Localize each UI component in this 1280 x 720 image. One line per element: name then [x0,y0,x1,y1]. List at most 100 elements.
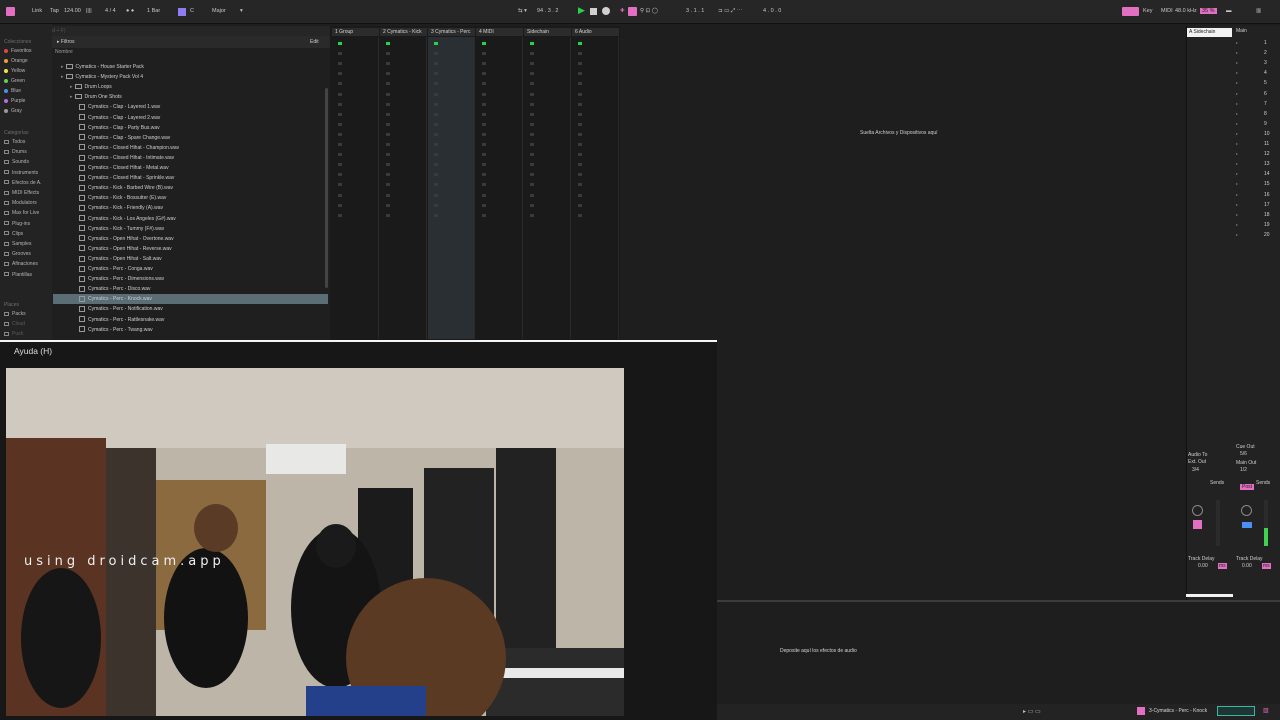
clip-slot[interactable] [482,62,486,66]
scene-launch-icon[interactable]: ▸ [1236,80,1238,85]
main-track-delay-value[interactable]: 0.00 [1242,563,1252,569]
clip-slot[interactable] [482,82,486,86]
quantization-select[interactable]: 1 Bar [147,8,160,14]
scale-select[interactable]: Major [212,8,226,14]
scene-number[interactable]: 5 [1264,80,1267,86]
scene-launch-icon[interactable]: ▸ [1236,161,1238,166]
clip-slot[interactable] [578,82,582,86]
track-header[interactable]: 3 Cymatics - Perc [428,28,475,36]
clip-slot[interactable] [530,52,534,56]
collection-item[interactable]: Orange [4,58,28,64]
track-header[interactable]: Sidechain [524,28,571,36]
cue-out-select[interactable]: 5/6 [1240,451,1247,457]
clip-slot[interactable] [578,42,582,45]
clip-slot[interactable] [530,42,534,45]
clip-slot[interactable] [434,143,438,146]
clip-slot[interactable] [482,72,486,76]
clip-slot[interactable] [530,203,534,207]
clip-slot[interactable] [386,163,390,167]
clip-slot[interactable] [578,183,582,187]
clip-slot[interactable] [434,82,438,86]
file-row[interactable]: Cymatics - Kick - Friendly (A).wav [79,203,163,213]
place-item[interactable]: Push [4,331,23,337]
collection-item[interactable]: Favoritos [4,48,32,54]
scene-number[interactable]: 3 [1264,60,1267,66]
category-item[interactable]: Drums [4,149,27,155]
scene-launch-icon[interactable]: ▸ [1236,232,1238,237]
collection-item[interactable]: Blue [4,88,21,94]
file-row[interactable]: Cymatics - Perc - Conga.wav [79,264,153,274]
clip-slot[interactable] [482,163,486,167]
filters-toggle[interactable]: ▸ Filtros [57,39,75,45]
scene-number[interactable]: 14 [1264,171,1270,177]
clip-slot[interactable] [578,62,582,66]
time-signature-field[interactable]: 4 / 4 [105,8,116,14]
key-select[interactable]: C [190,8,194,14]
scene-launch-icon[interactable]: ▸ [1236,60,1238,65]
clip-slot[interactable] [386,112,390,116]
track-header[interactable]: 1 Group [332,28,379,36]
scene-launch-icon[interactable]: ▸ [1236,202,1238,207]
detail-view-toggle-icon[interactable]: ▥ [1263,707,1269,714]
track-header[interactable]: 4 MIDI [476,28,523,36]
clip-slot[interactable] [434,132,438,136]
clip-slot[interactable] [338,102,342,106]
scene-launch-icon[interactable]: ▸ [1236,222,1238,227]
clip-slot[interactable] [386,72,390,76]
audio-to-select[interactable]: Ext. Out [1188,459,1206,465]
clip-slot[interactable] [530,122,534,126]
collection-item[interactable]: Purple [4,98,25,104]
clip-slot[interactable] [338,132,342,136]
clip-preview-thumbnail[interactable] [1217,706,1255,716]
clip-slot[interactable] [338,42,342,45]
clip-slot[interactable] [482,193,486,197]
scene-launch-icon[interactable]: ▸ [1236,111,1238,116]
category-item[interactable]: MIDI Effects [4,190,39,196]
clip-slot[interactable] [434,193,438,197]
record-mode-icon[interactable]: ● ● [126,8,134,14]
clip-slot[interactable] [338,52,342,56]
clip-slot[interactable] [434,52,438,56]
capture-icons[interactable]: ⚲ ⊡ ◯ [640,8,658,14]
category-item[interactable]: Samples [4,241,31,247]
category-item[interactable]: Grooves [4,251,31,257]
clip-slot[interactable] [338,213,342,217]
clip-slot[interactable] [434,42,438,45]
scene-launch-icon[interactable]: ▸ [1236,91,1238,96]
solo-button[interactable] [1242,522,1252,528]
key-map-button[interactable]: Key [1143,8,1152,14]
clip-slot[interactable] [530,102,534,106]
clip-slot[interactable] [338,82,342,86]
clip-slot[interactable] [434,72,438,76]
automation-arm-icon[interactable] [628,7,637,16]
file-row[interactable]: Cymatics - Clap - Layered 2.wav [79,113,160,123]
clip-slot[interactable] [386,92,390,96]
clip-slot[interactable] [530,213,534,217]
chevron-down-icon[interactable]: ▾ [240,8,243,14]
stop-button[interactable] [590,8,597,15]
file-row[interactable]: Cymatics - Kick - Tummy (F#).wav [79,224,164,234]
file-row[interactable]: Cymatics - Kick - Barbed Wire (B).wav [79,183,173,193]
file-row[interactable]: Cymatics - Perc - Knock.wav [53,294,328,305]
browser-scrollbar[interactable] [325,88,328,288]
scene-number[interactable]: 1 [1264,40,1267,46]
clip-slot[interactable] [338,92,342,96]
scene-launch-icon[interactable]: ▸ [1236,212,1238,217]
category-item[interactable]: Max for Live [4,210,39,216]
scene-number[interactable]: 15 [1264,181,1270,187]
clip-slot[interactable] [578,112,582,116]
clip-slot[interactable] [434,112,438,116]
key-toggle-icon[interactable] [178,8,186,16]
scene-number[interactable]: 20 [1264,232,1270,238]
category-item[interactable]: Efectos de A. [4,180,41,186]
file-row[interactable]: Cymatics - Open Hihat - Salt.wav [79,254,162,264]
clip-slot[interactable] [386,62,390,66]
category-item[interactable]: Afinaciones [4,261,38,267]
collection-item[interactable]: Green [4,78,25,84]
track-clip-column[interactable] [524,37,571,339]
clip-slot[interactable] [386,183,390,187]
tempo-field[interactable]: 124.00 [64,8,81,14]
clip-slot[interactable] [578,153,582,157]
collection-item[interactable]: Yellow [4,68,25,74]
clip-slot[interactable] [386,173,390,177]
